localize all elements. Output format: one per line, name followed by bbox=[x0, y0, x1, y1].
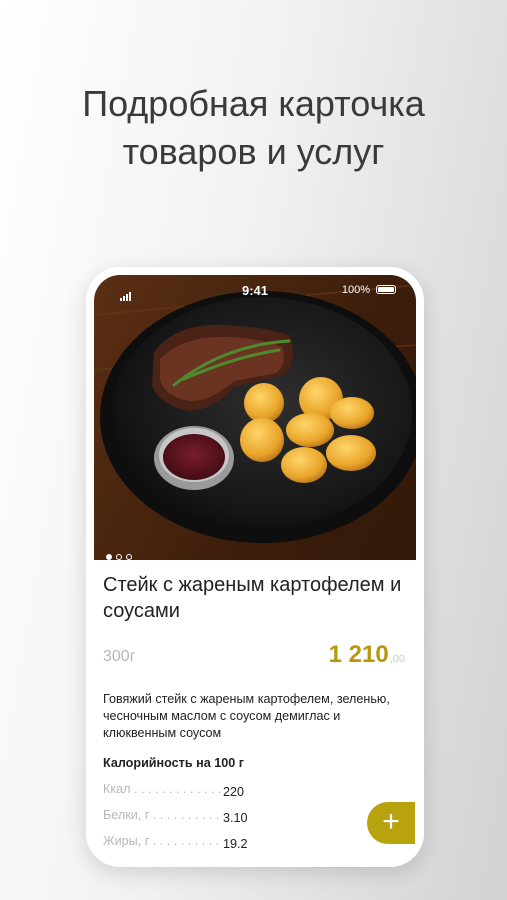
nutrition-row-fat: Жиры, г . . . . . . . . . . . . . . . .1… bbox=[103, 834, 248, 851]
product-weight: 300г bbox=[103, 648, 136, 665]
price-value: 1 210 bbox=[328, 641, 389, 668]
nutrition-value: 19.2 bbox=[223, 837, 248, 851]
calories-title: Калорийность на 100 г bbox=[103, 756, 244, 770]
headline-line-2: товаров и услуг bbox=[122, 131, 385, 172]
headline: Подробная карточка товаров и услуг bbox=[0, 80, 507, 176]
battery-icon bbox=[376, 285, 396, 294]
battery-percent: 100% bbox=[341, 284, 370, 296]
price-fraction: ,00 bbox=[389, 653, 405, 665]
nutrition-row-protein: Белки, г . . . . . . . . . . . . . . . .… bbox=[103, 808, 248, 825]
product-description: Говяжий стейк с жареным картофелем, зеле… bbox=[103, 692, 390, 740]
add-to-cart-button[interactable]: + bbox=[367, 802, 415, 844]
nutrition-value: 3.10 bbox=[223, 811, 248, 825]
product-title: Стейк с жареным картофелем и соусами bbox=[103, 574, 402, 622]
headline-line-1: Подробная карточка bbox=[82, 83, 425, 124]
nutrition-row-kcal: Ккал . . . . . . . . . . . . . . . .220 bbox=[103, 782, 245, 799]
phone-mockup: 9:41 100% Стейк с жареным картофелем и с… bbox=[86, 267, 424, 867]
status-bar: 9:41 100% bbox=[94, 275, 416, 305]
product-price: 1 210,00 bbox=[329, 641, 405, 669]
plus-icon: + bbox=[382, 805, 400, 838]
nutrition-value: 220 bbox=[223, 785, 245, 799]
